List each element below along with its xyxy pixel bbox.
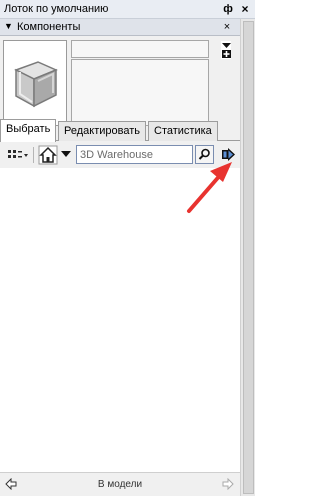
- section-title: Компоненты: [17, 21, 81, 33]
- model-location-label: В модели: [97, 479, 143, 490]
- navigation-dropdown-icon[interactable]: [59, 145, 73, 165]
- tray-title: Лоток по умолчанию: [4, 3, 109, 15]
- component-name-field[interactable]: [71, 40, 209, 58]
- vertical-scrollbar[interactable]: [240, 19, 255, 496]
- forward-arrow-icon[interactable]: [222, 478, 234, 490]
- component-description-field[interactable]: [71, 59, 209, 126]
- tray-content: ▼ Компоненты × Выбрать Редактировать Ста…: [0, 19, 240, 496]
- scrollbar-thumb[interactable]: [243, 21, 254, 494]
- search-input[interactable]: 3D Warehouse: [76, 145, 193, 164]
- components-section-header[interactable]: ▼ Компоненты ×: [0, 19, 240, 36]
- annotation-arrow-icon: [187, 162, 232, 213]
- tab-statistics[interactable]: Статистика: [148, 121, 218, 141]
- bottom-navigation-bar: В модели: [0, 472, 240, 496]
- component-preview: [3, 40, 67, 126]
- collapse-triangle-icon[interactable]: ▼: [4, 21, 13, 31]
- view-options-icon[interactable]: [6, 145, 30, 165]
- toolbar-divider: [33, 147, 34, 163]
- search-input-value: 3D Warehouse: [80, 149, 153, 161]
- component-cube-icon: [14, 61, 58, 108]
- close-section-button[interactable]: ×: [220, 21, 234, 34]
- close-tray-button[interactable]: ×: [238, 2, 252, 16]
- details-arrow-icon[interactable]: [219, 40, 234, 60]
- home-icon[interactable]: [38, 145, 58, 165]
- tab-edit[interactable]: Редактировать: [58, 121, 146, 141]
- pin-icon[interactable]: ф: [221, 2, 235, 16]
- component-tabs: Выбрать Редактировать Статистика: [0, 119, 240, 142]
- tab-select[interactable]: Выбрать: [0, 119, 57, 142]
- tray-title-bar: Лоток по умолчанию ф ×: [0, 0, 255, 19]
